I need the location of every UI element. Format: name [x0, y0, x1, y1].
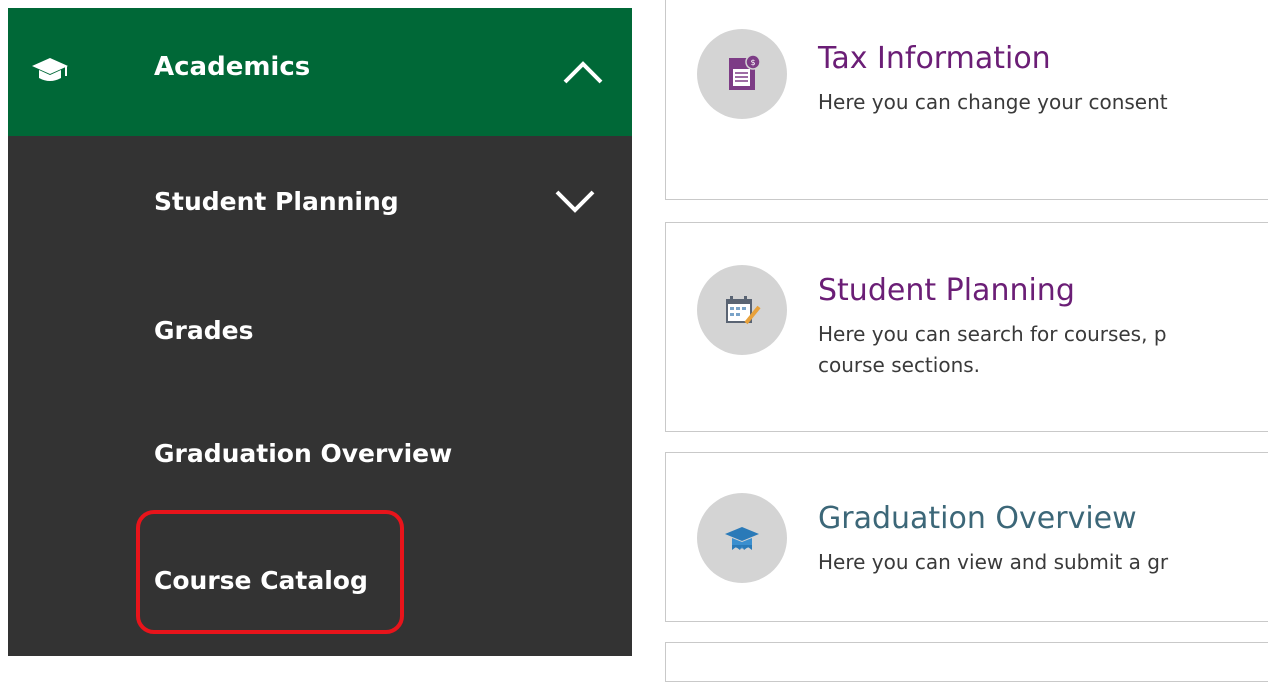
sidebar-nav: Academics Student Planning Grades Gradua…	[8, 0, 632, 656]
card-title[interactable]: Student Planning	[818, 273, 1075, 308]
card-graduation-overview[interactable]: Graduation Overview Here you can view an…	[665, 452, 1268, 622]
card-icon-circle	[697, 265, 787, 355]
sidebar-top-spacer	[8, 0, 632, 8]
chevron-down-icon[interactable]	[554, 188, 596, 216]
card-icon-circle	[697, 493, 787, 583]
card-partial[interactable]	[665, 642, 1268, 682]
card-title[interactable]: Tax Information	[818, 41, 1051, 76]
graduation-cap-icon	[725, 527, 759, 550]
card-description: Here you can change your consent	[818, 90, 1168, 114]
sidebar-section-academics[interactable]: Academics	[8, 8, 632, 136]
card-description: Here you can view and submit a gr	[818, 550, 1169, 574]
card-description-line-2: course sections.	[818, 353, 981, 377]
chevron-up-icon[interactable]	[562, 58, 604, 86]
calendar-icon	[726, 296, 761, 325]
tax-document-icon: $	[729, 54, 761, 90]
sidebar-item-student-planning[interactable]: Student Planning	[154, 187, 399, 216]
sidebar-item-graduation-overview[interactable]: Graduation Overview	[154, 439, 452, 468]
card-student-planning[interactable]: Student Planning Here you can search for…	[665, 222, 1268, 432]
sidebar-section-label: Academics	[154, 52, 311, 82]
card-icon-circle: $	[697, 29, 787, 119]
sidebar-item-grades[interactable]: Grades	[154, 316, 253, 345]
svg-text:$: $	[750, 58, 755, 67]
card-description-line-1: Here you can search for courses, p	[818, 322, 1167, 346]
card-title[interactable]: Graduation Overview	[818, 501, 1137, 536]
highlight-annotation	[136, 510, 404, 634]
card-tax-information[interactable]: $ Tax Information Here you can change yo…	[665, 0, 1268, 200]
graduation-cap-icon	[32, 58, 68, 81]
